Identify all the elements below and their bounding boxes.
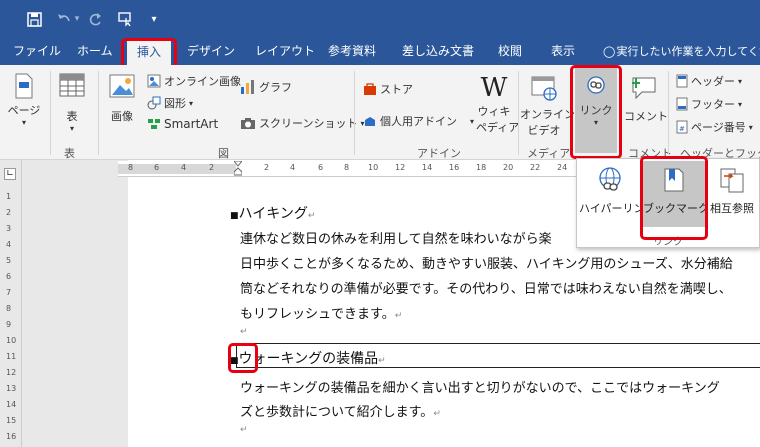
store-icon [364, 83, 376, 95]
redo-icon[interactable] [86, 9, 106, 29]
group-label-figure: 図 [218, 147, 229, 160]
store-button[interactable]: ストア [363, 81, 413, 97]
tab-home[interactable]: ホーム [77, 38, 113, 65]
tab-file[interactable]: ファイル [13, 38, 61, 65]
empty-paragraph-mark: ↵ [240, 425, 248, 435]
image-icon [109, 74, 135, 98]
tab-review[interactable]: 校閲 [498, 38, 522, 65]
graph-icon [241, 80, 254, 94]
comment-label: コメント [624, 110, 668, 123]
highlight-link-button [570, 65, 622, 159]
header-icon [676, 74, 688, 88]
paragraph-line[interactable]: ズと歩数計について紹介します。↵ [240, 401, 441, 420]
cross-reference-icon [720, 168, 744, 193]
comment-icon [632, 77, 656, 100]
title-bar: ▾ ▾ [0, 0, 760, 38]
tab-layout[interactable]: レイアウト [255, 38, 315, 65]
paragraph-line[interactable]: 日中歩くことが多くなるため、動きやすい服装、ハイキング用のシューズ、水分補給 [240, 253, 760, 272]
online-video-label-1: オンライン [520, 108, 575, 121]
footer-icon [676, 97, 688, 111]
smartart-icon [148, 119, 160, 129]
hyperlink-button[interactable]: ハイパーリンク [579, 167, 656, 216]
customize-qat-icon[interactable]: ▾ [144, 9, 164, 29]
tell-me-box[interactable]: ◯ 実行したい作業を入力してくだ [603, 38, 760, 65]
online-video-icon [531, 76, 557, 101]
indent-marker-icon[interactable] [232, 160, 244, 177]
highlight-bookmark-button [640, 156, 708, 240]
vertical-ruler[interactable]: 1 2 3 4 5 6 7 8 9 10 11 12 13 14 15 16 [4, 178, 18, 447]
footer-button[interactable]: フッター ▾ [676, 96, 742, 112]
paragraph-line[interactable]: 筒などそれなりの準備が必要です。その代わり、日常では味わえない自然を満喫し、 [240, 278, 760, 297]
paragraph-line[interactable]: 連休など数日の休みを利用して自然を味わいながら楽 [240, 228, 552, 247]
comment-button[interactable]: コメント [624, 75, 668, 124]
graph-button[interactable]: グラフ [240, 79, 292, 95]
cross-reference-label: 相互参照 [710, 202, 754, 215]
hyperlink-icon [599, 167, 621, 191]
svg-text:#: # [679, 125, 685, 133]
table-button[interactable]: 表 ▾ [54, 73, 90, 133]
page-number-button[interactable]: # ページ番号 ▾ [676, 119, 753, 135]
online-video-button[interactable]: オンライン ビデオ [520, 75, 575, 138]
wikipedia-label-1: ウィキ [477, 105, 511, 118]
tab-view[interactable]: 表示 [551, 38, 575, 65]
wikipedia-icon: W [480, 73, 508, 103]
list-bullet-icon: ■ [230, 211, 239, 221]
page-icon [15, 73, 33, 99]
shapes-icon [147, 96, 161, 110]
ribbon-tab-bar: ファイル ホーム 挿入 デザイン レイアウト 参考資料 差し込み文書 校閲 表示… [0, 38, 760, 65]
camera-icon [241, 118, 255, 129]
cross-reference-button[interactable]: 相互参照 [707, 167, 757, 216]
paragraph-line[interactable]: もリフレッシュできます。↵ [240, 303, 402, 322]
table-icon [59, 73, 85, 97]
tell-me-text: 実行したい作業を入力してくだ [616, 45, 760, 58]
wikipedia-label-2: ペディア [476, 121, 520, 134]
page-number-icon: # [676, 120, 688, 134]
page-margin-area [22, 160, 128, 447]
online-video-label-2: ビデオ [527, 124, 561, 137]
image-button[interactable]: 画像 [104, 73, 140, 124]
personal-addins-button[interactable]: 個人用アドイン ▾ [363, 113, 474, 129]
online-image-button[interactable]: オンライン画像 [147, 73, 241, 89]
tab-references[interactable]: 参考資料 [328, 38, 376, 65]
wikipedia-button[interactable]: W ウィキ ペディア [476, 73, 520, 135]
addins-icon [365, 117, 375, 126]
undo-icon[interactable] [54, 9, 74, 29]
smartart-button[interactable]: SmartArt [147, 117, 218, 131]
group-label-table: 表 [64, 147, 75, 160]
page-button[interactable]: ページ ▾ [4, 73, 44, 127]
undo-dropdown-icon[interactable]: ▾ [72, 9, 82, 29]
group-label-addin: アドイン [417, 147, 461, 160]
empty-paragraph-mark: ↵ [240, 327, 248, 337]
tab-design[interactable]: デザイン [187, 38, 235, 65]
header-button[interactable]: ヘッダー ▾ [676, 73, 742, 89]
hyperlink-label: ハイパーリンク [579, 202, 656, 215]
touch-mode-icon[interactable] [116, 9, 136, 29]
paragraph-line[interactable]: ウォーキングの装備品を細かく言い出すと切りがないので、ここではウォーキング [240, 377, 760, 396]
heading-hiking[interactable]: ■ハイキング↵ [230, 203, 315, 223]
ribbon: ページ ▾ 表 ▾ 表 画像 オンライン画像 図形 ▾ SmartArt グラフ … [0, 65, 760, 160]
highlight-cursor-position [228, 343, 258, 373]
shapes-button[interactable]: 図形 ▾ [147, 95, 193, 111]
group-label-media: メディア [527, 147, 571, 160]
tab-mailings[interactable]: 差し込み文書 [402, 38, 474, 65]
page-label: ページ [7, 104, 41, 117]
screenshot-button[interactable]: スクリーンショット ▾ [240, 115, 364, 131]
save-icon[interactable] [24, 9, 44, 29]
online-image-icon [147, 74, 161, 88]
image-label: 画像 [111, 110, 133, 123]
table-label: 表 [66, 110, 78, 123]
lightbulb-icon: ◯ [603, 45, 616, 58]
